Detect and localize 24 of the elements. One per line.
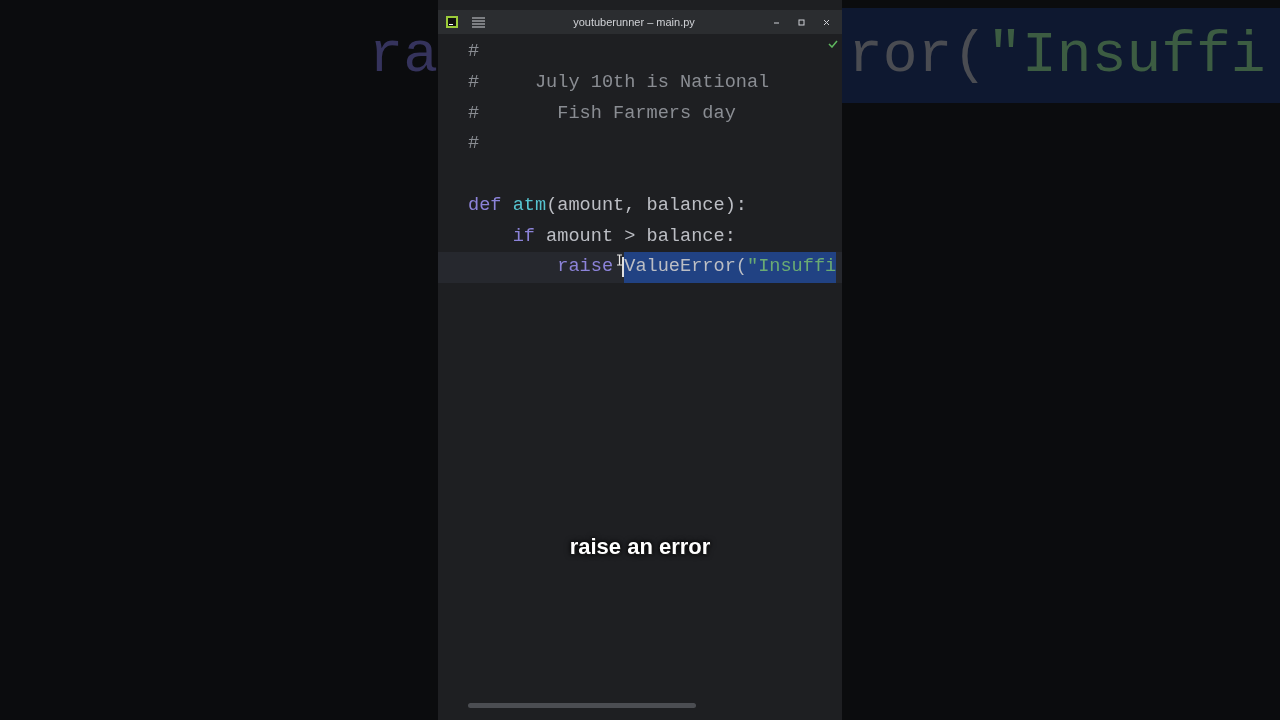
code-text: # July 10th is National (468, 71, 770, 96)
code-text: ValueError( (624, 251, 747, 283)
video-caption: raise an error (569, 533, 711, 561)
window-title: youtuberunner – main.py (572, 14, 696, 30)
close-icon[interactable] (823, 18, 830, 26)
code-text: # (468, 132, 480, 157)
code-text: # Fish Farmers day (468, 101, 736, 126)
code-text: if (511, 224, 535, 249)
blurred-code-text: "Insuffi (987, 26, 1266, 85)
app-logo-icon (446, 16, 458, 28)
code-text: raise (556, 255, 614, 280)
maximize-icon[interactable] (798, 18, 805, 26)
code-text: # (468, 40, 480, 65)
code-text: def (468, 193, 503, 218)
code-text: (amount, balance): (546, 193, 747, 218)
check-icon (828, 40, 838, 48)
code-text: amount > balance: (545, 224, 736, 249)
code-text: atm (512, 193, 547, 218)
code-text: "Insuffi (746, 251, 837, 283)
blurred-code-text: ra (368, 23, 438, 88)
horizontal-scrollbar[interactable] (468, 703, 696, 708)
menu-icon[interactable] (472, 16, 485, 28)
text-cursor-icon (616, 253, 623, 266)
blurred-code-text: ror( (848, 26, 988, 85)
